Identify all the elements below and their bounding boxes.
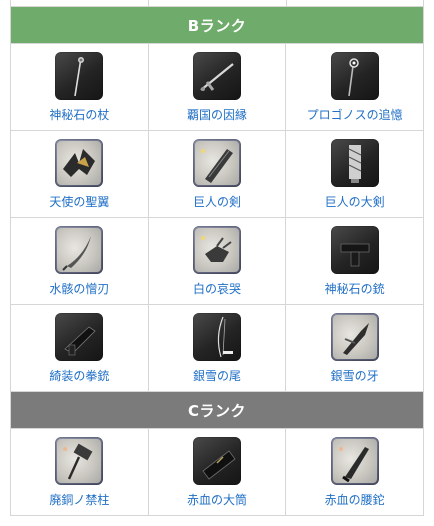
weapon-name-link[interactable]: 銀雪の尾 xyxy=(149,368,286,384)
weapon-cell[interactable]: 巨人の大剣 xyxy=(285,130,424,218)
table-row: 廃銅ノ禁柱 赤血の大筒 赤血の腰鉈 xyxy=(10,428,424,516)
rank-title: Cランク xyxy=(10,391,424,429)
weapon-name-link[interactable]: 水骸の憎刃 xyxy=(11,281,148,297)
table-row: 綺装の拳銃 銀雪の尾 銀雪の牙 xyxy=(10,304,424,392)
claw-icon[interactable] xyxy=(192,226,241,274)
weapon-name-link[interactable]: 巨人の剣 xyxy=(149,194,286,210)
staff-icon[interactable] xyxy=(55,52,104,100)
weapon-name-link[interactable]: 巨人の大剣 xyxy=(286,194,423,210)
weapon-cell[interactable]: 神秘石の銃 xyxy=(285,217,424,305)
weapon-cell[interactable]: 銀雪の牙 xyxy=(285,304,424,392)
weapon-name-link[interactable]: 白の哀哭 xyxy=(149,281,286,297)
weapon-cell[interactable]: 神秘石の杖 xyxy=(10,43,149,131)
curved-blade-icon[interactable] xyxy=(55,226,104,274)
weapon-name-link[interactable]: 廃銅ノ禁柱 xyxy=(11,492,148,508)
weapon-cell[interactable]: 天使の聖翼 xyxy=(10,130,149,218)
sword-icon[interactable] xyxy=(192,52,241,100)
fang-blade-icon[interactable] xyxy=(330,313,379,361)
weapon-name-link[interactable]: 赤血の腰鉈 xyxy=(286,492,423,508)
weapon-name-link[interactable]: 天使の聖翼 xyxy=(11,194,148,210)
pistol-icon[interactable] xyxy=(55,313,104,361)
weapon-cell[interactable]: 赤血の腰鉈 xyxy=(285,428,424,516)
scepter-icon[interactable] xyxy=(330,52,379,100)
banner-sword-icon[interactable] xyxy=(330,139,379,187)
rank-header-b: Bランク xyxy=(10,6,424,44)
weapon-name-link[interactable]: 綺装の拳銃 xyxy=(11,368,148,384)
rank-header-c: Cランク xyxy=(10,391,424,429)
cannon-icon[interactable] xyxy=(192,437,241,485)
weapon-cell[interactable]: プロゴノスの追憶 xyxy=(285,43,424,131)
table-row: 神秘石の杖 覇国の因縁 プロゴノスの追憶 xyxy=(10,43,424,131)
gun-icon[interactable] xyxy=(330,226,379,274)
bow-icon[interactable] xyxy=(192,313,241,361)
weapon-cell[interactable]: 水骸の憎刃 xyxy=(10,217,149,305)
rank-title: Bランク xyxy=(10,6,424,44)
weapon-tier-table: Bランク 神秘石の杖 覇国の因縁 プロゴノスの追憶 天使の聖翼 巨人の剣 巨人の… xyxy=(10,6,424,516)
weapon-name-link[interactable]: 覇国の因縁 xyxy=(149,107,286,123)
machete-icon[interactable] xyxy=(330,437,379,485)
weapon-cell[interactable]: 赤血の大筒 xyxy=(147,428,287,516)
hammer-icon[interactable] xyxy=(55,437,104,485)
weapon-name-link[interactable]: 神秘石の杖 xyxy=(11,107,148,123)
weapon-name-link[interactable]: プロゴノスの追憶 xyxy=(286,107,423,123)
weapon-cell[interactable]: 白の哀哭 xyxy=(147,217,287,305)
weapon-cell[interactable]: 巨人の剣 xyxy=(147,130,287,218)
weapon-tier-page: Bランク 神秘石の杖 覇国の因縁 プロゴノスの追憶 天使の聖翼 巨人の剣 巨人の… xyxy=(0,0,434,526)
weapon-cell[interactable]: 銀雪の尾 xyxy=(147,304,287,392)
table-row: 天使の聖翼 巨人の剣 巨人の大剣 xyxy=(10,130,424,218)
table-row: 水骸の憎刃 白の哀哭 神秘石の銃 xyxy=(10,217,424,305)
weapon-name-link[interactable]: 神秘石の銃 xyxy=(286,281,423,297)
weapon-name-link[interactable]: 銀雪の牙 xyxy=(286,368,423,384)
wings-icon[interactable] xyxy=(55,139,104,187)
weapon-cell[interactable]: 廃銅ノ禁柱 xyxy=(10,428,149,516)
greatsword-icon[interactable] xyxy=(192,139,241,187)
weapon-name-link[interactable]: 赤血の大筒 xyxy=(149,492,286,508)
weapon-cell[interactable]: 綺装の拳銃 xyxy=(10,304,149,392)
weapon-cell[interactable]: 覇国の因縁 xyxy=(147,43,287,131)
